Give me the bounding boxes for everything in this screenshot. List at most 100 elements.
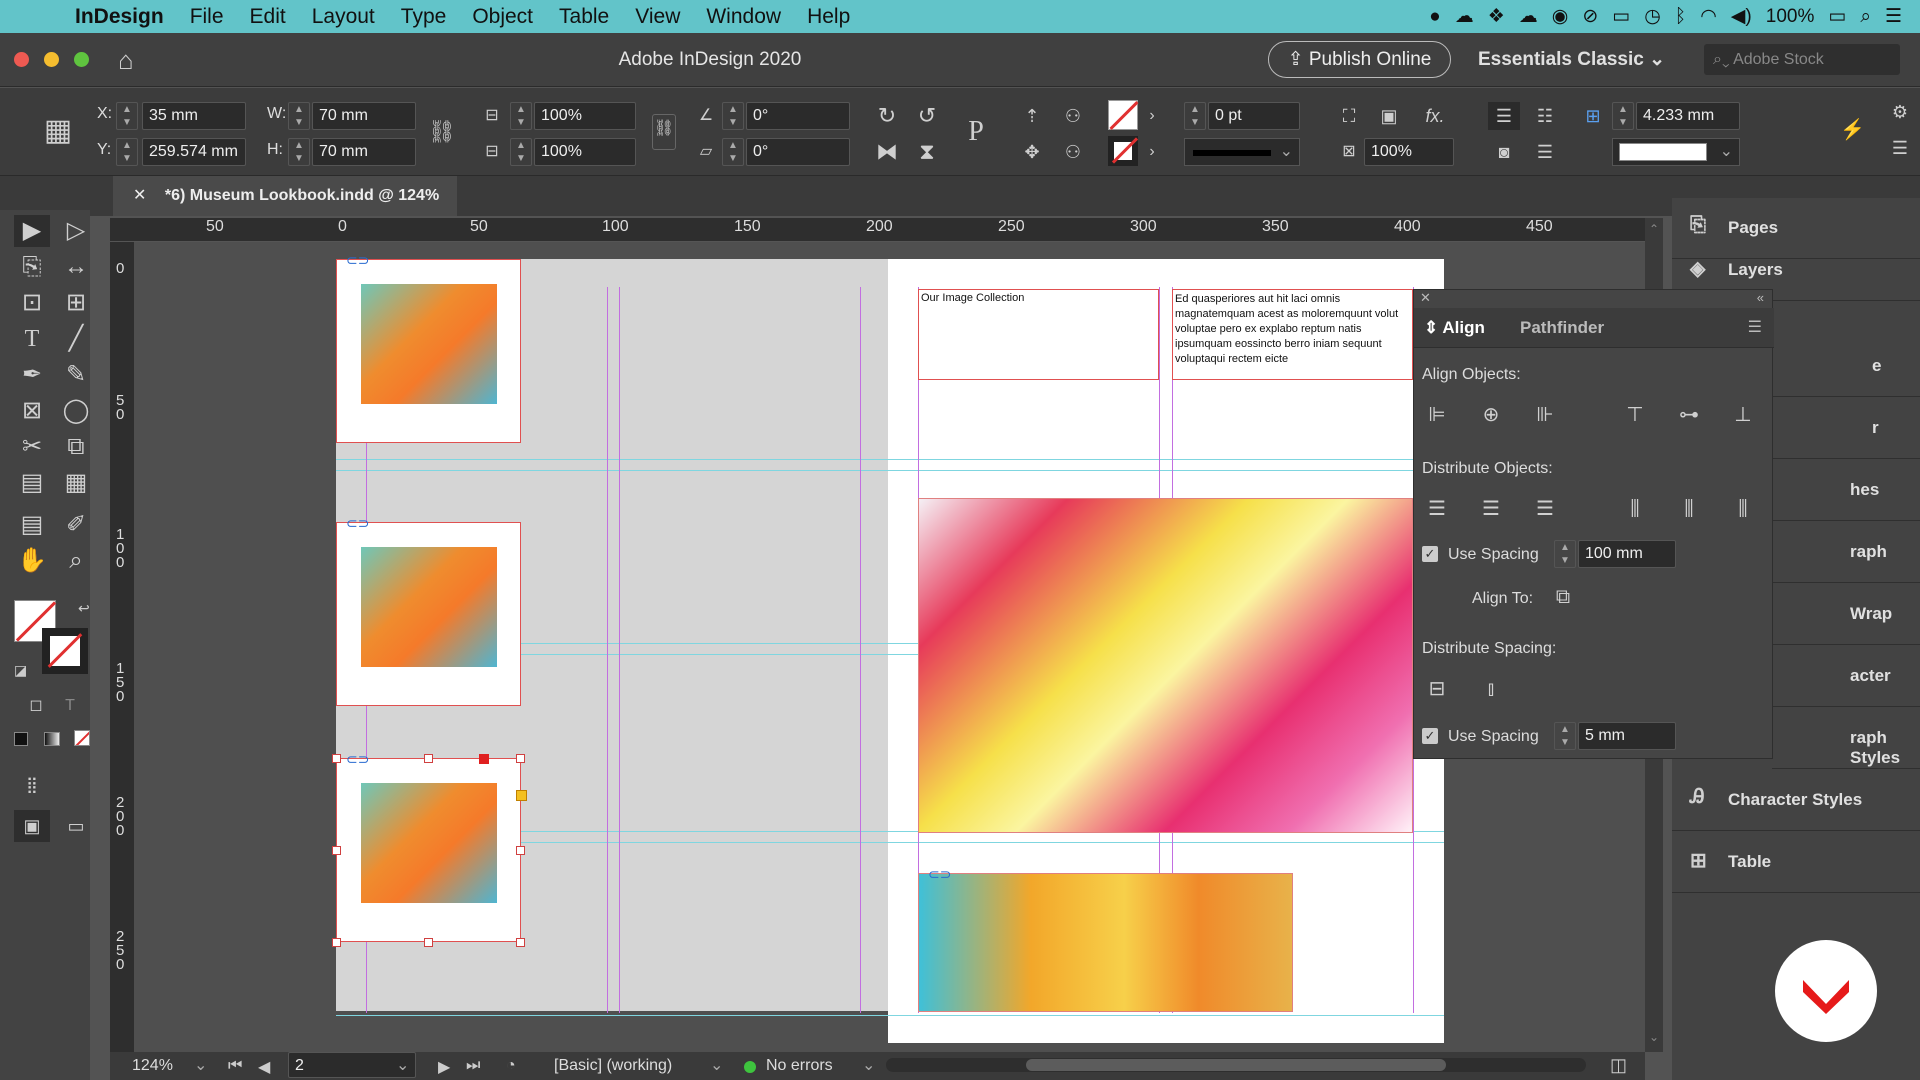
last-page-icon[interactable]: ⏭ — [466, 1057, 480, 1075]
normal-screen-mode-icon[interactable]: ▣ — [14, 810, 50, 842]
use-spacing-checkbox-1[interactable]: ✓ — [1422, 546, 1438, 562]
panel-menu-icon[interactable]: ☰ — [1888, 134, 1912, 162]
first-page-icon[interactable]: ⏮ — [228, 1057, 242, 1075]
resize-handle[interactable] — [424, 938, 433, 947]
align-right-edges-icon[interactable]: ⊪ — [1530, 400, 1560, 430]
out-port[interactable] — [479, 754, 489, 764]
adobe-stock-search[interactable]: ⌕⌄ Adobe Stock — [1704, 44, 1900, 75]
spacing-stepper-1[interactable]: ▲ ▼ — [1554, 540, 1576, 568]
eyedropper-tool-icon[interactable]: ✐ — [58, 509, 94, 541]
menu-file[interactable]: File — [177, 5, 237, 29]
menu-help[interactable]: Help — [794, 5, 863, 29]
rectangle-frame-tool-icon[interactable]: ⊠ — [14, 395, 50, 427]
workspace-switcher[interactable]: Essentials Classic ⌄ — [1478, 33, 1665, 87]
preview-mode-icon[interactable]: ▭ — [58, 810, 94, 842]
resize-handle[interactable] — [516, 938, 525, 947]
link-badge-icon[interactable]: ⊂⊃ — [346, 252, 369, 269]
ruler-guide[interactable] — [336, 470, 1444, 471]
select-content-icon[interactable]: ✥ — [1018, 138, 1046, 166]
spacing-field-1[interactable]: 100 mm — [1578, 540, 1676, 568]
content-placer-icon[interactable]: ⊞ — [58, 287, 94, 319]
next-page-icon[interactable]: ▶ — [438, 1057, 450, 1077]
object-style-dropdown[interactable]: ⌄ — [1612, 138, 1740, 166]
swap-colors-icon[interactable]: ↩ — [78, 600, 90, 617]
body-text[interactable]: Ed quasperiores aut hit laci omnis magna… — [1173, 290, 1412, 369]
direct-selection-tool-icon[interactable]: ▷ — [58, 215, 94, 247]
gutter-stepper[interactable]: ▲ ▼ — [1612, 102, 1634, 130]
y-stepper[interactable]: ▲ ▼ — [116, 138, 138, 166]
ellipse-tool-icon[interactable]: ◯ — [58, 395, 94, 427]
gradient-feather-tool-icon[interactable]: ▦ — [58, 467, 94, 499]
preflight-profile[interactable]: [Basic] (working) — [554, 1057, 672, 1075]
stroke-weight-stepper[interactable]: ▲ ▼ — [1184, 102, 1206, 130]
stroke-swatch[interactable] — [1108, 136, 1139, 166]
gap-tool-icon[interactable]: ↔ — [58, 251, 94, 283]
apply-color-icon[interactable] — [14, 732, 28, 746]
link-badge-icon[interactable]: ⊂⊃ — [346, 751, 369, 768]
bluetooth-icon[interactable]: ᛒ — [1675, 6, 1686, 28]
scissors-tool-icon[interactable]: ✂ — [14, 431, 50, 463]
watercolor-image-frame[interactable] — [918, 498, 1413, 833]
text-wrap-none-icon[interactable]: ☰ — [1488, 102, 1520, 130]
zoom-tool-icon[interactable]: ⌕ — [58, 545, 94, 577]
image-frame[interactable] — [336, 259, 521, 443]
scroll-up-icon[interactable]: ⌃ — [1649, 222, 1659, 236]
selected-image-frame[interactable] — [336, 758, 521, 942]
control-center-icon[interactable]: ☰ — [1885, 5, 1902, 28]
formatting-text-icon[interactable]: T — [52, 690, 88, 722]
shear-field[interactable]: 0° — [746, 138, 850, 166]
note-tool-icon[interactable]: ▤ — [14, 509, 50, 541]
y-field[interactable]: 259.574 mm — [142, 138, 246, 166]
text-wrap-bbox-icon[interactable]: ☷ — [1530, 102, 1560, 130]
corner-options-icon[interactable]: ⛶ — [1336, 102, 1362, 130]
character-panel-tab[interactable]: acter — [1772, 646, 1920, 707]
creative-cloud-icon[interactable]: ☁ — [1455, 5, 1474, 28]
gradient-swatch-tool-icon[interactable]: ▤ — [14, 467, 50, 499]
rotate-field[interactable]: 0° — [746, 102, 850, 130]
default-colors-icon[interactable]: ◪ — [14, 662, 27, 679]
view-mode-icon[interactable]: ⣿ — [14, 770, 50, 802]
gutter-field[interactable]: 4.233 mm — [1636, 102, 1740, 130]
text-frame[interactable]: Ed quasperiores aut hit laci omnis magna… — [1172, 289, 1413, 380]
spotlight-icon[interactable]: ⌕ — [1860, 6, 1871, 28]
wifi-icon[interactable]: ◠ — [1700, 5, 1717, 28]
text-wrap-panel-tab[interactable]: Wrap — [1772, 584, 1920, 645]
paragraph-styles-panel-tab[interactable]: raph Styles — [1772, 708, 1920, 769]
drop-shadow-icon[interactable]: ▣ — [1376, 102, 1402, 130]
quick-apply-icon[interactable]: ⚡ — [1840, 116, 1865, 144]
orange-artwork-frame[interactable] — [918, 873, 1293, 1012]
distribute-bottom-edges-icon[interactable]: ☰ — [1530, 494, 1560, 524]
use-spacing-checkbox-2[interactable]: ✓ — [1422, 728, 1438, 744]
page-tool-icon[interactable]: ⎘ — [14, 251, 50, 283]
h-field[interactable]: 70 mm — [312, 138, 416, 166]
menu-app-name[interactable]: InDesign — [62, 5, 177, 29]
distribute-horizontal-space-icon[interactable]: ⫾ — [1476, 674, 1506, 704]
rotate-ccw-icon[interactable]: ↺ — [912, 102, 942, 130]
link-badge-icon[interactable]: ⊂⊃ — [928, 866, 951, 883]
sync-icon[interactable]: ◉ — [1552, 5, 1569, 28]
close-tab-icon[interactable]: ✕ — [133, 187, 146, 204]
w-stepper[interactable]: ▲ ▼ — [288, 102, 310, 130]
resize-handle[interactable] — [516, 754, 525, 763]
pencil-tool-icon[interactable]: ✎ — [58, 359, 94, 391]
scroll-down-icon[interactable]: ⌄ — [1649, 1030, 1659, 1044]
tab-align[interactable]: ⇕ Align — [1424, 308, 1485, 348]
scale-y-field[interactable]: 100% — [534, 138, 636, 166]
ruler-guide[interactable] — [336, 1015, 1444, 1016]
opacity-field[interactable]: 100% — [1364, 138, 1454, 166]
errors-dropdown-icon[interactable]: ⌄ — [862, 1055, 875, 1075]
stroke-panel-tab[interactable]: e — [1772, 336, 1920, 397]
rotate-stepper[interactable]: ▲ ▼ — [722, 102, 744, 130]
previous-page-icon[interactable]: ◀ — [258, 1057, 270, 1077]
select-container-icon[interactable]: ⇡ — [1018, 102, 1046, 130]
align-bottom-edges-icon[interactable]: ⊥ — [1728, 400, 1758, 430]
scale-x-stepper[interactable]: ▲ ▼ — [510, 102, 532, 130]
resize-handle[interactable] — [332, 846, 341, 855]
distribute-horizontal-centers-icon[interactable]: ⫼ — [1674, 494, 1704, 524]
dropbox-icon[interactable]: ❖ — [1488, 5, 1505, 28]
hand-tool-icon[interactable]: ✋ — [14, 545, 50, 577]
select-previous-icon[interactable]: ⚇ — [1058, 102, 1088, 130]
text-frame[interactable]: Our Image Collection — [918, 289, 1159, 380]
apply-gradient-icon[interactable] — [44, 732, 60, 746]
distribute-right-edges-icon[interactable]: ⫼ — [1728, 494, 1758, 524]
